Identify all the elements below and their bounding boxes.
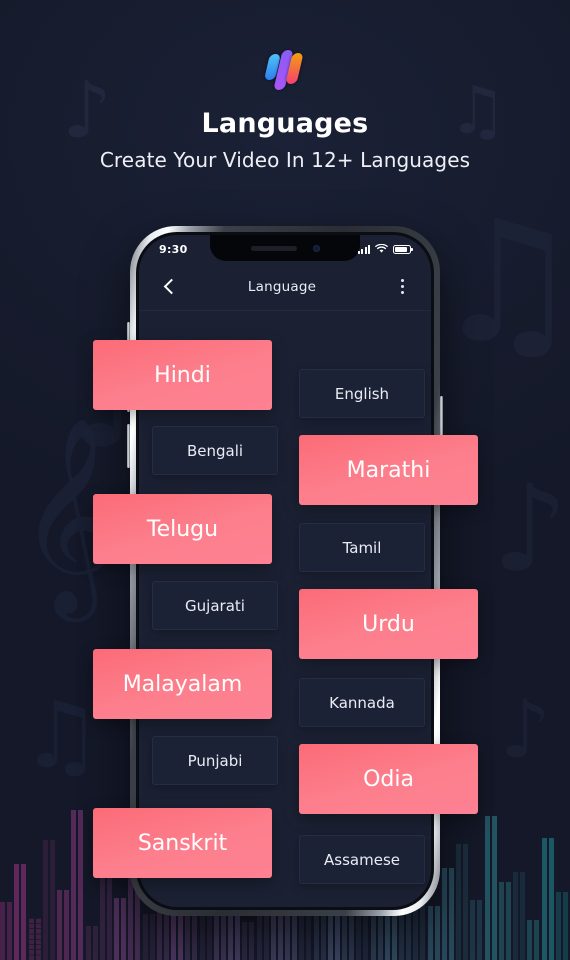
music-note-icon: ♫ <box>432 184 570 380</box>
page-subtitle: Create Your Video In 12+ Languages <box>99 148 471 172</box>
equalizer-bar <box>71 810 86 960</box>
language-chip-telugu[interactable]: Telugu <box>93 494 272 564</box>
app-logo <box>263 48 307 92</box>
equalizer-bar <box>0 902 15 960</box>
equalizer-bar <box>427 906 442 960</box>
language-chip-urdu[interactable]: Urdu <box>299 589 478 659</box>
equalizer-bar <box>555 892 570 960</box>
page-title: Languages <box>201 108 369 139</box>
equalizer-bar <box>42 840 57 960</box>
equalizer-bar <box>28 918 43 960</box>
equalizer-bar <box>541 838 556 960</box>
equalizer-bar <box>57 890 72 960</box>
equalizer-bar <box>441 868 456 960</box>
equalizer-bar <box>470 900 485 960</box>
equalizer-bar <box>370 916 385 960</box>
music-note-icon: ♪ <box>492 460 569 599</box>
status-bar: 9:30 <box>139 235 431 263</box>
music-note-icon: ♪ <box>500 683 552 776</box>
music-note-icon: ♫ <box>20 682 103 789</box>
language-chip-kannada[interactable]: Kannada <box>299 678 425 727</box>
app-nav-bar: Language <box>139 263 431 311</box>
battery-icon <box>393 244 413 254</box>
equalizer-bar <box>14 864 29 960</box>
equalizer-bar <box>456 844 471 960</box>
language-chip-assamese[interactable]: Assamese <box>299 835 425 884</box>
page-root: ♪ ♫ ♫ ♪ 𝄞 ♪ ♫ ♪ Languages Create Your Vi… <box>0 0 570 960</box>
equalizer-bar <box>142 914 157 960</box>
equalizer-bar <box>242 922 257 960</box>
language-chip-tamil[interactable]: Tamil <box>299 523 425 572</box>
equalizer-bar <box>498 882 513 960</box>
equalizer-bar <box>513 872 528 960</box>
back-chevron-icon[interactable] <box>159 276 181 298</box>
language-chip-malayalam[interactable]: Malayalam <box>93 649 272 719</box>
language-chip-marathi[interactable]: Marathi <box>299 435 478 505</box>
phone-volume-down-button[interactable] <box>127 424 130 468</box>
equalizer-bar <box>527 920 542 960</box>
signal-bars-icon <box>357 244 370 254</box>
wifi-icon <box>375 244 388 253</box>
language-chip-punjabi[interactable]: Punjabi <box>152 736 278 785</box>
header: Languages Create Your Video In 12+ Langu… <box>0 0 570 172</box>
overflow-menu-icon[interactable] <box>393 276 411 298</box>
equalizer-bar <box>299 912 314 960</box>
language-chip-sanskrit[interactable]: Sanskrit <box>93 808 272 878</box>
language-chip-bengali[interactable]: Bengali <box>152 426 278 475</box>
equalizer-bar <box>484 816 499 960</box>
language-chip-odia[interactable]: Odia <box>299 744 478 814</box>
language-chip-english[interactable]: English <box>299 369 425 418</box>
language-chip-hindi[interactable]: Hindi <box>93 340 272 410</box>
equalizer-bar <box>85 926 100 960</box>
status-time: 9:30 <box>159 242 188 256</box>
status-icons <box>357 244 413 254</box>
equalizer-bar <box>114 898 129 960</box>
language-chip-gujarati[interactable]: Gujarati <box>152 581 278 630</box>
nav-title: Language <box>247 278 317 295</box>
